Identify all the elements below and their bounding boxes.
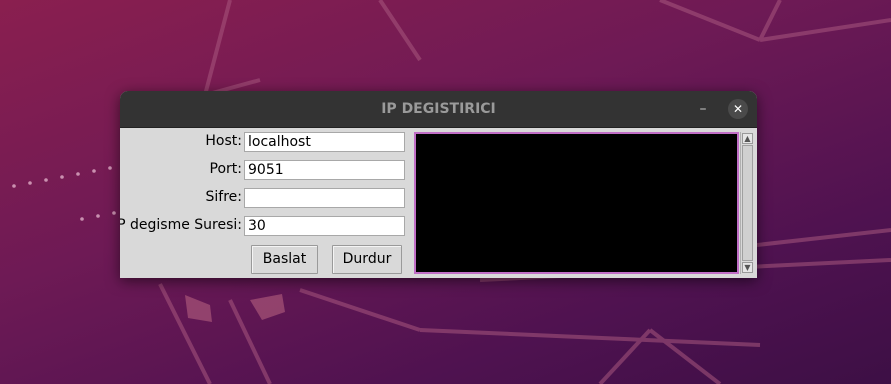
password-input[interactable] (244, 188, 405, 208)
port-label: Port: (209, 161, 242, 177)
port-input[interactable]: 9051 (244, 160, 405, 180)
output-text-area[interactable] (414, 132, 739, 274)
desktop-background: IP DEGISTIRICI – ✕ Host: localhost Port:… (0, 0, 891, 384)
app-window: IP DEGISTIRICI – ✕ Host: localhost Port:… (120, 91, 757, 278)
scroll-thumb[interactable] (742, 145, 753, 261)
host-label: Host: (205, 133, 242, 149)
close-icon: ✕ (732, 102, 744, 116)
interval-input[interactable]: 30 (244, 216, 405, 236)
minimize-button[interactable]: – (693, 100, 713, 118)
window-title: IP DEGISTIRICI (381, 101, 496, 117)
close-button[interactable]: ✕ (728, 99, 748, 119)
scroll-up-arrow-icon[interactable]: ▲ (742, 133, 753, 144)
scroll-down-arrow-icon[interactable]: ▼ (742, 262, 753, 273)
window-titlebar[interactable]: IP DEGISTIRICI – ✕ (120, 91, 757, 128)
stop-button[interactable]: Durdur (332, 245, 402, 274)
start-button[interactable]: Baslat (251, 245, 318, 274)
vertical-scrollbar[interactable]: ▲ ▼ (740, 132, 754, 274)
minimize-icon: – (699, 101, 707, 117)
window-content: Host: localhost Port: 9051 Sifre: IP deg… (120, 128, 757, 278)
interval-label: IP degisme Suresi: (120, 217, 242, 233)
host-input[interactable]: localhost (244, 132, 405, 152)
password-label: Sifre: (205, 189, 242, 205)
